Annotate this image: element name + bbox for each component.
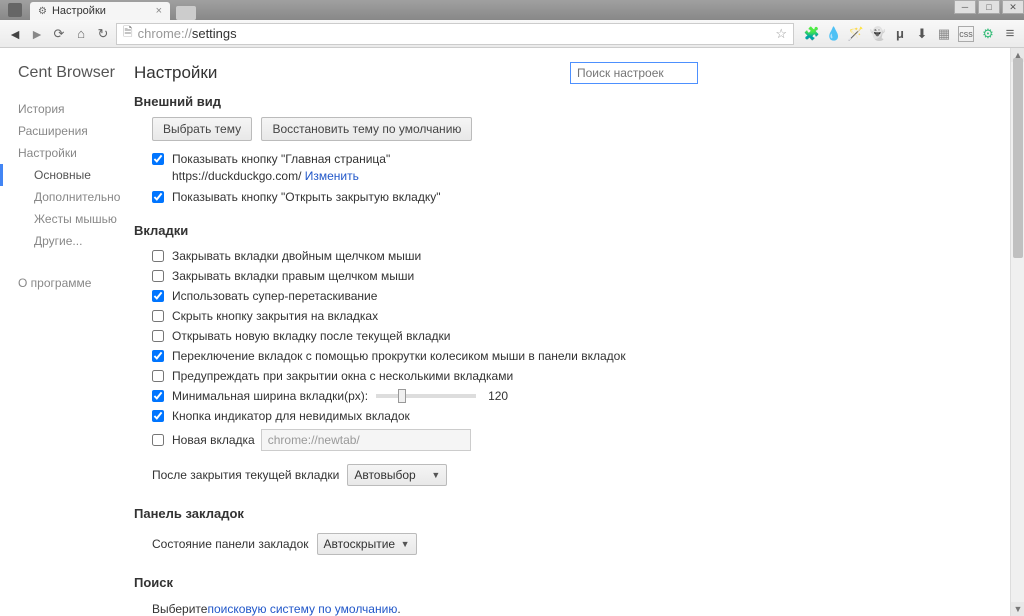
toolbar: ◄ ► ⟳ ⌂ ↻ 🗎 chrome://settings ☆ 🧩 💧 🪄 👻 … <box>0 20 1024 48</box>
page-icon: 🗎 <box>123 23 133 44</box>
super-drag-checkbox[interactable] <box>152 290 164 302</box>
section-heading-bookmarks: Панель закладок <box>134 506 1008 521</box>
min-width-checkbox[interactable] <box>152 390 164 402</box>
chevron-down-icon: ▼ <box>431 470 440 480</box>
warn-multiple-checkbox[interactable] <box>152 370 164 382</box>
show-reopen-checkbox[interactable] <box>152 191 164 203</box>
ext-gear-icon[interactable]: ⚙ <box>980 26 996 42</box>
minimize-button[interactable]: ─ <box>954 0 976 14</box>
default-search-link[interactable]: поисковую систему по умолчанию <box>207 602 397 616</box>
ext-css-icon[interactable]: css <box>958 26 974 42</box>
close-double-checkbox[interactable] <box>152 250 164 262</box>
show-reopen-label: Показывать кнопку "Открыть закрытую вкла… <box>172 190 440 204</box>
show-home-label: Показывать кнопку "Главная страница" <box>172 152 390 166</box>
page-title: Настройки <box>134 63 217 83</box>
reset-theme-button[interactable]: Восстановить тему по умолчанию <box>261 117 472 141</box>
section-heading-tabs: Вкладки <box>134 223 1008 238</box>
warn-multiple-label: Предупреждать при закрытии окна с нескол… <box>172 369 513 383</box>
close-window-button[interactable]: ✕ <box>1002 0 1024 14</box>
sidebar-item-settings[interactable]: Настройки <box>18 142 122 164</box>
search-period: . <box>397 602 400 616</box>
back-button[interactable]: ◄ <box>6 25 24 43</box>
tab-strip: ⚙ Настройки × <box>0 0 1024 20</box>
home-url-text: https://duckduckgo.com/ <box>172 169 301 183</box>
show-home-checkbox[interactable] <box>152 153 164 165</box>
indicator-hidden-label: Кнопка индикатор для невидимых вкладок <box>172 409 410 423</box>
sidebar-sub-basic[interactable]: Основные <box>0 164 122 186</box>
scrollbar[interactable]: ▲ ▼ <box>1010 48 1024 616</box>
new-tab-label: Новая вкладка <box>172 433 255 447</box>
close-right-checkbox[interactable] <box>152 270 164 282</box>
new-tab-button[interactable] <box>176 6 196 20</box>
url-path: settings <box>192 26 237 41</box>
menu-button[interactable]: ≡ <box>1002 26 1018 42</box>
close-double-label: Закрывать вкладки двойным щелчком мыши <box>172 249 421 263</box>
ext-puzzle-icon[interactable]: 🧩 <box>804 26 820 42</box>
bookmarks-state-value: Автоскрытие <box>324 537 396 551</box>
maximize-button[interactable]: □ <box>978 0 1000 14</box>
ext-grid-icon[interactable]: ▦ <box>936 26 952 42</box>
after-close-label: После закрытия текущей вкладки <box>152 468 339 482</box>
bookmarks-state-select[interactable]: Автоскрытие ▼ <box>317 533 417 555</box>
after-close-select[interactable]: Автовыбор ▼ <box>347 464 447 486</box>
new-tab-checkbox[interactable] <box>152 434 164 446</box>
scroll-down-button[interactable]: ▼ <box>1011 602 1024 616</box>
main-panel: Настройки Внешний вид Выбрать тему Восст… <box>122 48 1024 616</box>
slider-thumb[interactable] <box>398 389 406 403</box>
forward-button[interactable]: ► <box>28 25 46 43</box>
ext-ghost-icon[interactable]: 👻 <box>870 26 886 42</box>
hide-close-checkbox[interactable] <box>152 310 164 322</box>
ext-wand-icon[interactable]: 🪄 <box>848 26 864 42</box>
close-right-label: Закрывать вкладки правым щелчком мыши <box>172 269 414 283</box>
content: Cent Browser История Расширения Настройк… <box>0 48 1024 616</box>
indicator-hidden-checkbox[interactable] <box>152 410 164 422</box>
reload-button[interactable]: ⟳ <box>50 25 68 43</box>
sidebar-item-extensions[interactable]: Расширения <box>18 120 122 142</box>
choose-theme-button[interactable]: Выбрать тему <box>152 117 252 141</box>
new-tab-url-input[interactable] <box>261 429 471 451</box>
window-controls: ─ □ ✕ <box>952 0 1024 16</box>
omnibox[interactable]: 🗎 chrome://settings ☆ <box>116 23 794 45</box>
super-drag-label: Использовать супер-перетаскивание <box>172 289 377 303</box>
open-after-current-label: Открывать новую вкладку после текущей вк… <box>172 329 450 343</box>
sidebar-item-about[interactable]: О программе <box>18 272 122 294</box>
sidebar-sub-gestures[interactable]: Жесты мышью <box>18 208 122 230</box>
hide-close-label: Скрыть кнопку закрытия на вкладках <box>172 309 378 323</box>
extension-icons: 🧩 💧 🪄 👻 μ ⬇ ▦ css ⚙ ≡ <box>798 26 1018 42</box>
change-home-link[interactable]: Изменить <box>305 169 359 183</box>
search-input[interactable] <box>570 62 698 84</box>
min-width-label: Минимальная ширина вкладки(px): <box>172 389 368 403</box>
bookmark-star-icon[interactable]: ☆ <box>775 26 787 42</box>
search-choose-text: Выберите <box>152 602 207 616</box>
sidebar: Cent Browser История Расширения Настройк… <box>0 48 122 616</box>
ext-mu-icon[interactable]: μ <box>892 26 908 42</box>
sidebar-sub-advanced[interactable]: Дополнительно <box>18 186 122 208</box>
tab-close-icon[interactable]: × <box>156 5 162 17</box>
bookmarks-state-label: Состояние панели закладок <box>152 537 309 551</box>
ext-down-icon[interactable]: ⬇ <box>914 26 930 42</box>
browser-tab-settings[interactable]: ⚙ Настройки × <box>30 2 170 20</box>
section-heading-search: Поиск <box>134 575 1008 590</box>
wheel-switch-label: Переключение вкладок с помощью прокрутки… <box>172 349 626 363</box>
chevron-down-icon: ▼ <box>401 539 410 549</box>
wheel-switch-checkbox[interactable] <box>152 350 164 362</box>
sidebar-sub-other[interactable]: Другие... <box>18 230 122 252</box>
sidebar-item-history[interactable]: История <box>18 98 122 120</box>
open-after-current-checkbox[interactable] <box>152 330 164 342</box>
reopen-tab-button[interactable]: ↻ <box>94 25 112 43</box>
after-close-value: Автовыбор <box>354 468 415 482</box>
search-box <box>570 62 698 84</box>
ext-drop-icon[interactable]: 💧 <box>826 26 842 42</box>
tab-title: Настройки <box>52 5 106 17</box>
brand-title: Cent Browser <box>18 64 122 82</box>
min-width-value: 120 <box>488 389 508 403</box>
min-width-slider[interactable] <box>376 394 476 398</box>
scroll-thumb[interactable] <box>1013 58 1023 258</box>
url-scheme: chrome:// <box>138 26 192 41</box>
section-heading-appearance: Внешний вид <box>134 94 1008 109</box>
home-button[interactable]: ⌂ <box>72 25 90 43</box>
tab-favicon-gear-icon: ⚙ <box>38 6 47 17</box>
